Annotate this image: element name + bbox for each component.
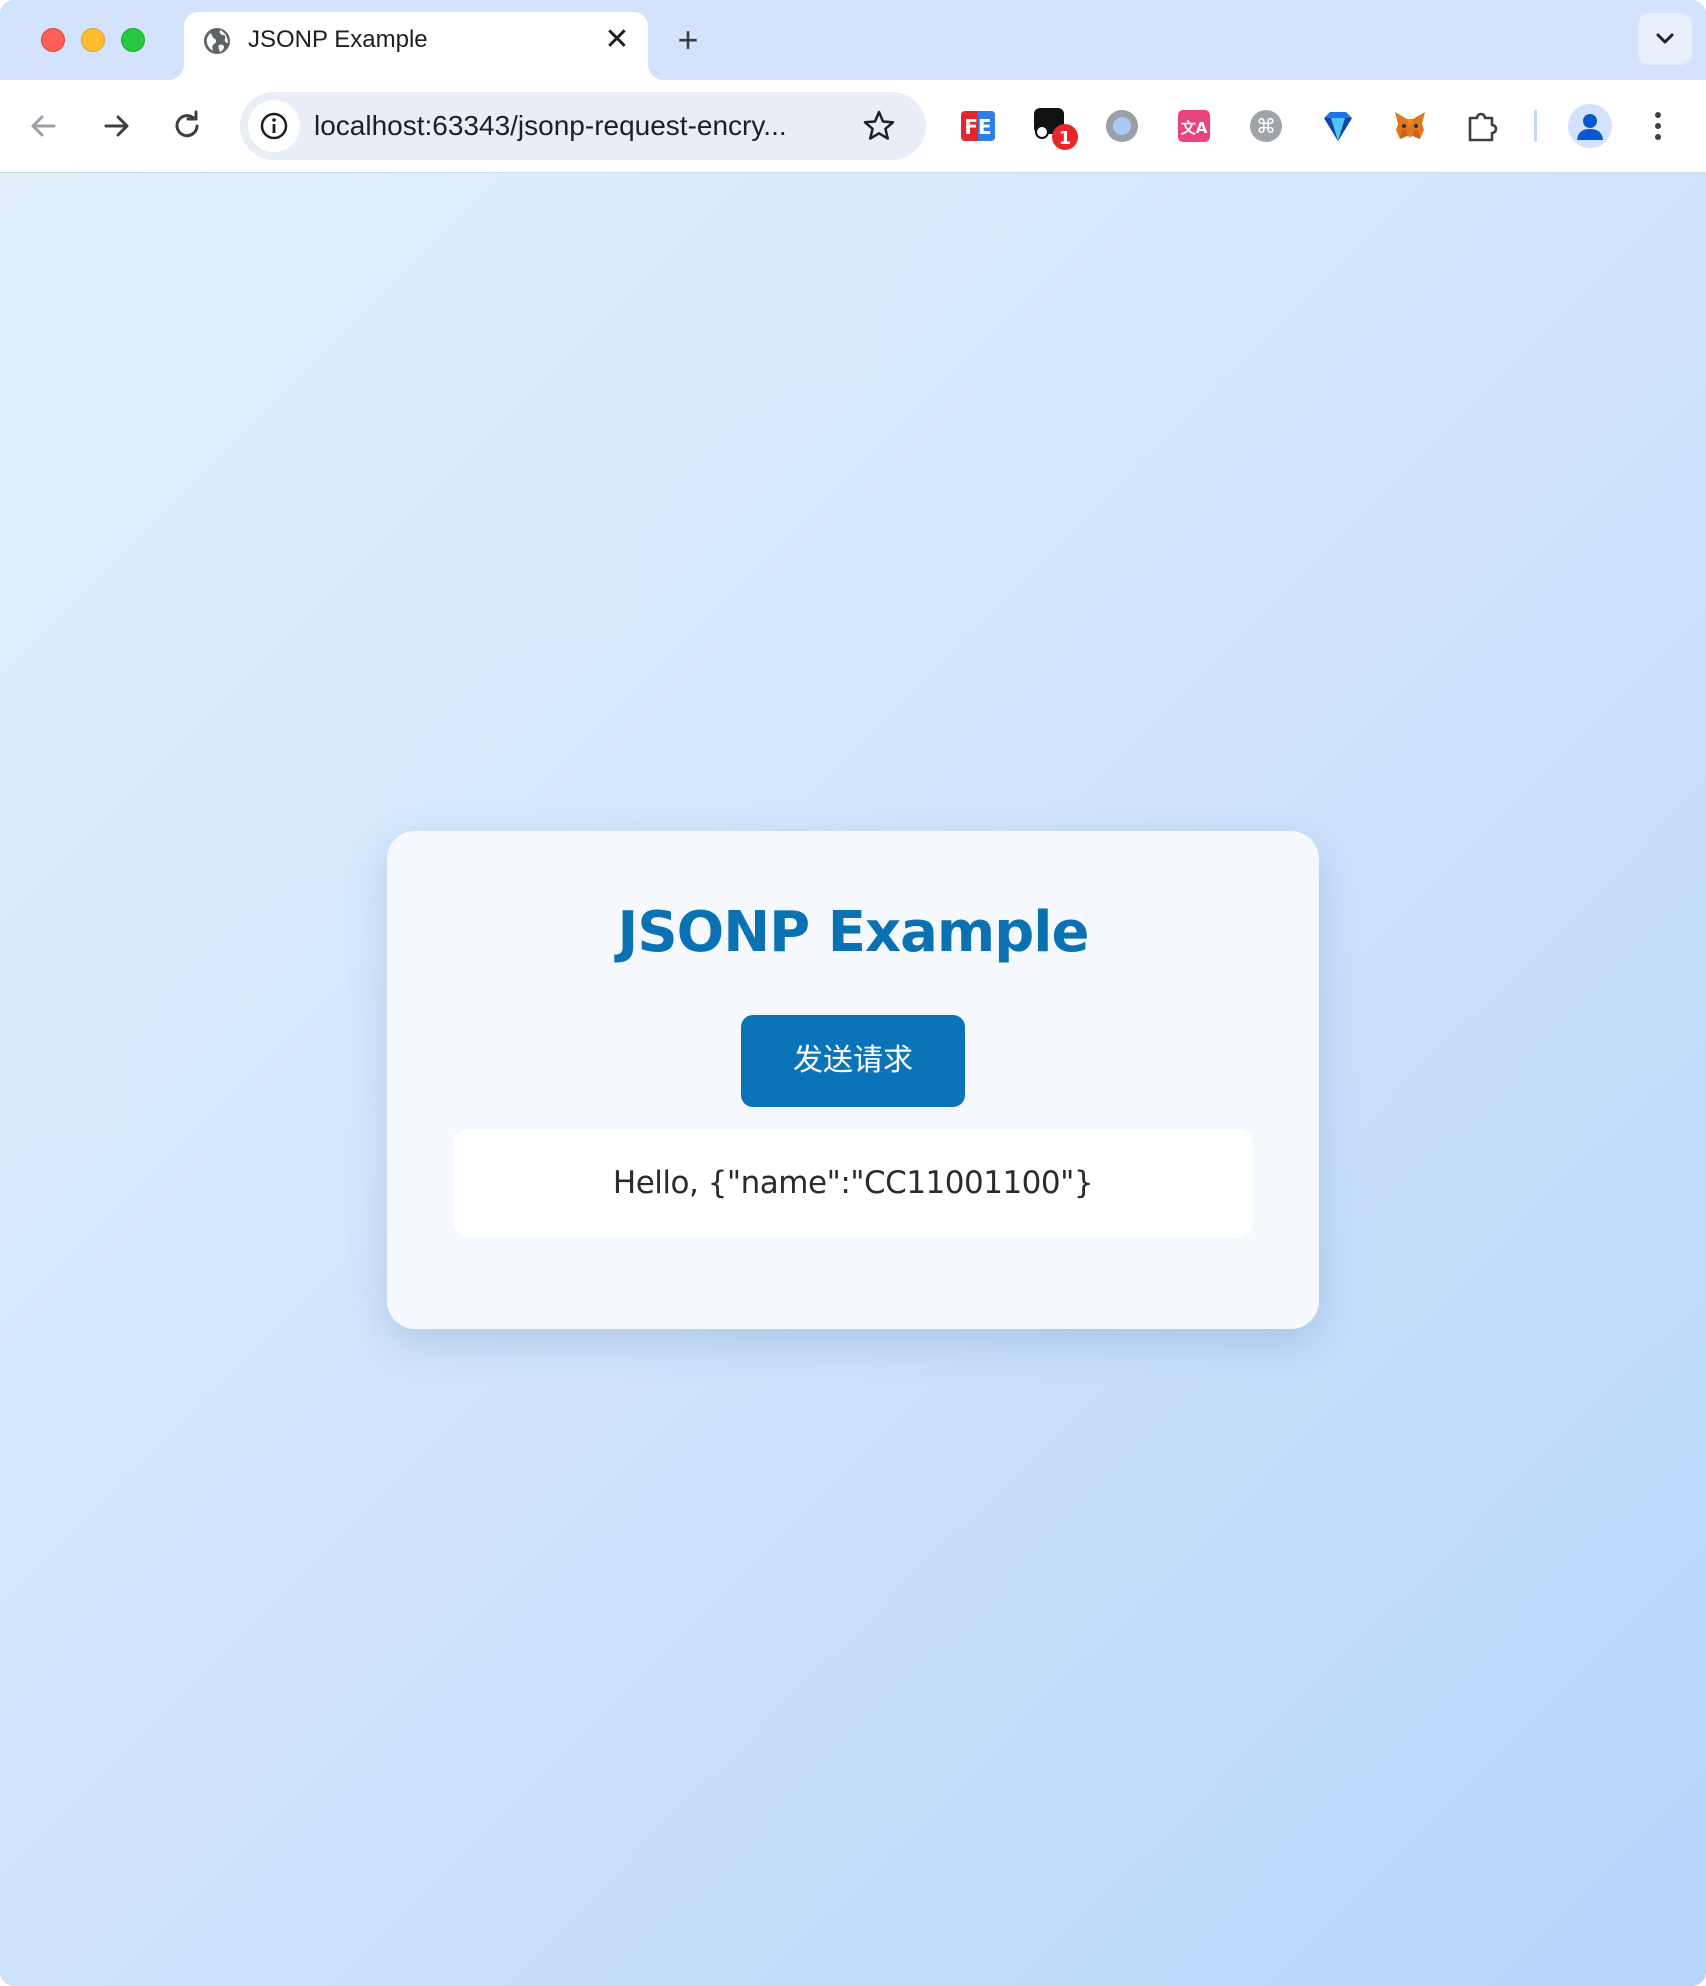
tab-search-button[interactable] xyxy=(1638,13,1692,65)
reload-icon[interactable] xyxy=(168,106,208,146)
profile-avatar[interactable] xyxy=(1568,104,1612,148)
globe-icon xyxy=(204,28,230,54)
address-bar-url[interactable]: localhost:63343/jsonp-request-encry... xyxy=(314,109,787,143)
diamond-extension-icon[interactable] xyxy=(1320,108,1356,144)
notification-extension-icon[interactable]: 1 xyxy=(1032,104,1080,152)
site-info-button[interactable] xyxy=(248,100,300,152)
toolbar-separator xyxy=(1534,110,1537,142)
browser-toolbar: localhost:63343/jsonp-request-encry... F… xyxy=(0,80,1706,173)
svg-text:FE: FE xyxy=(964,115,991,139)
forward-arrow-icon[interactable] xyxy=(96,106,136,146)
result-box: Hello, {"name":"CC11001100"} xyxy=(453,1129,1253,1237)
tab-close-icon[interactable]: ✕ xyxy=(602,25,632,55)
fehelper-extension-icon[interactable]: FE xyxy=(960,108,996,144)
browser-window: JSONP Example ✕ + localhost:63343/jsonp-… xyxy=(0,0,1706,1986)
new-tab-button[interactable]: + xyxy=(670,22,706,58)
jsonp-card: JSONP Example 发送请求 Hello, {"name":"CC110… xyxy=(387,831,1319,1329)
send-request-button[interactable]: 发送请求 xyxy=(741,1015,965,1107)
tab-active[interactable]: JSONP Example ✕ xyxy=(168,12,664,80)
maximize-window-button[interactable] xyxy=(121,28,145,52)
result-text: Hello, {"name":"CC11001100"} xyxy=(612,1165,1094,1201)
svg-text:1: 1 xyxy=(1059,128,1072,149)
minimize-window-button[interactable] xyxy=(81,28,105,52)
page-content: JSONP Example 发送请求 Hello, {"name":"CC110… xyxy=(0,173,1706,1986)
back-arrow-icon[interactable] xyxy=(24,106,64,146)
svg-text:⌘: ⌘ xyxy=(1256,114,1276,138)
circle-extension-icon[interactable] xyxy=(1104,108,1140,144)
person-icon xyxy=(1577,114,1603,140)
bookmark-star-icon[interactable] xyxy=(862,109,896,143)
info-icon xyxy=(260,112,288,140)
close-window-button[interactable] xyxy=(41,28,65,52)
tab-title: JSONP Example xyxy=(248,26,428,53)
page-title: JSONP Example xyxy=(617,900,1090,965)
translate-extension-icon[interactable]: 文A xyxy=(1176,108,1212,144)
extensions-puzzle-icon[interactable] xyxy=(1464,108,1500,144)
command-extension-icon[interactable]: ⌘ xyxy=(1248,108,1284,144)
chevron-down-icon xyxy=(1656,33,1674,44)
more-vert-icon[interactable] xyxy=(1648,106,1668,146)
metamask-fox-icon[interactable] xyxy=(1392,108,1428,144)
address-bar[interactable]: localhost:63343/jsonp-request-encry... xyxy=(240,92,926,160)
tab-strip: JSONP Example ✕ + xyxy=(0,0,1706,80)
svg-text:文A: 文A xyxy=(1181,119,1208,137)
